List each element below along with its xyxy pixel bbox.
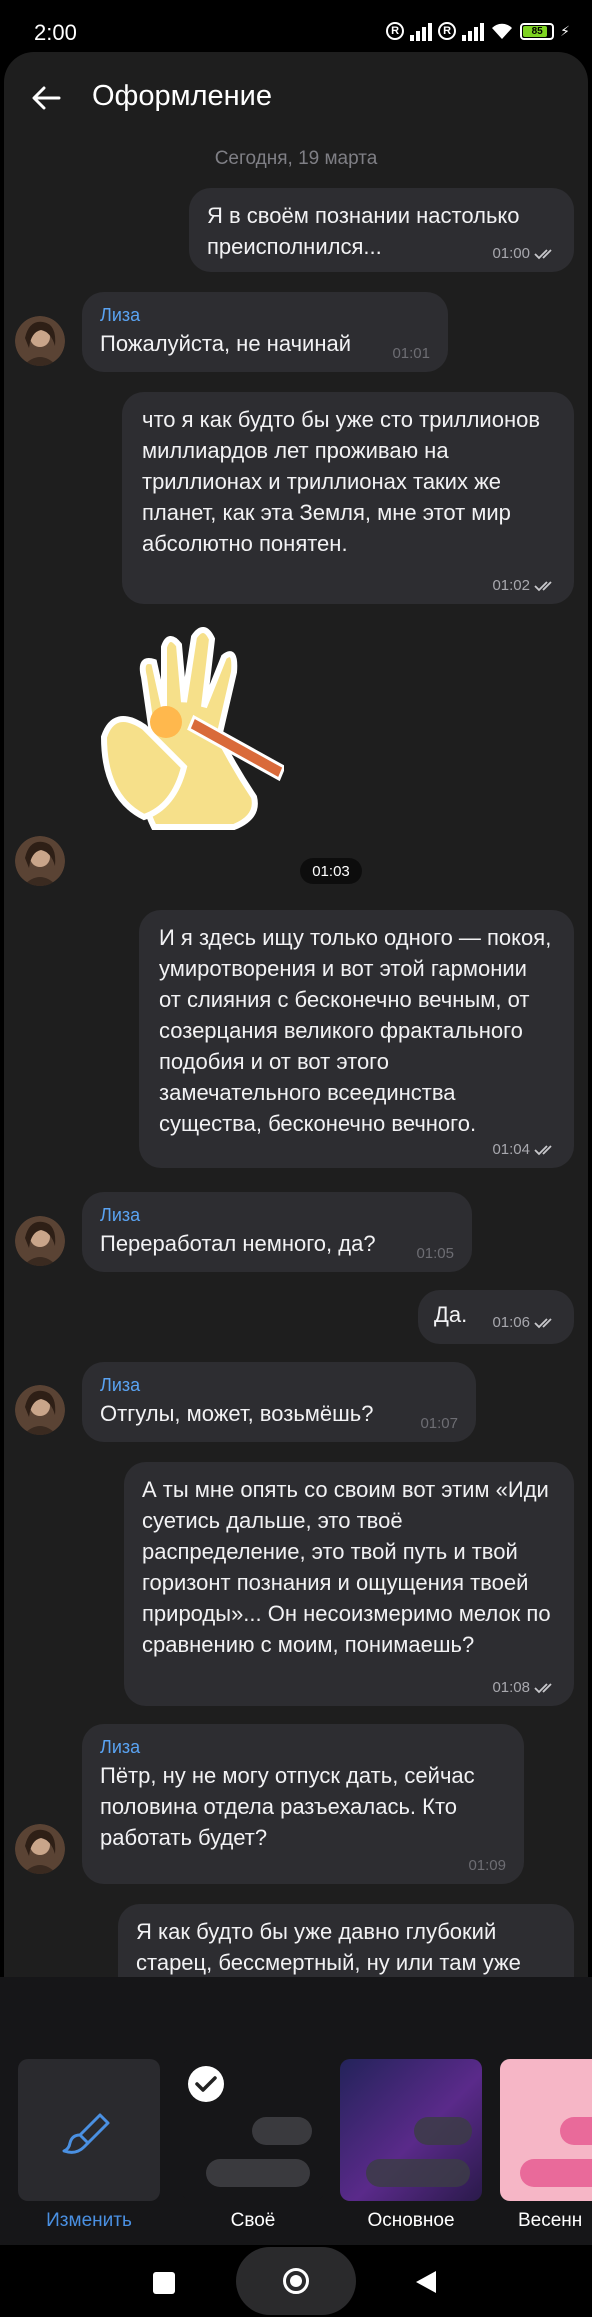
message-bubble[interactable]: Да. 01:06 [418, 1290, 574, 1344]
basic-theme-tile[interactable] [340, 2059, 482, 2201]
back-button[interactable] [24, 76, 68, 120]
back-triangle-icon[interactable] [414, 2269, 438, 2295]
double-check-icon [534, 1318, 552, 1329]
message-time: 01:08 [492, 1679, 530, 1696]
selected-check-icon [188, 2066, 224, 2102]
message-time-block: 01:04 [492, 1142, 556, 1158]
spring-theme-tile[interactable] [500, 2059, 592, 2201]
preview-bubble [206, 2159, 310, 2187]
edit-theme-label[interactable]: Изменить [18, 2210, 160, 2232]
message-time-block: 01:02 [492, 578, 556, 594]
message-time: 01:07 [420, 1415, 458, 1432]
preview-bubble [366, 2159, 470, 2187]
message-time: 01:00 [492, 245, 530, 262]
message-text: Пётр, ну не могу отпуск дать, сейчас пол… [100, 1763, 475, 1850]
system-nav-bar [0, 2245, 592, 2317]
status-time: 2:00 [34, 20, 77, 45]
status-icons: R R 85 ⚡ [386, 18, 570, 44]
message-time: 01:05 [416, 1245, 454, 1262]
date-divider: Сегодня, 19 марта [214, 148, 378, 169]
top-bar: Оформление [4, 52, 588, 140]
sender-name: Лиза [100, 1737, 141, 1757]
sender-name: Лиза [100, 1205, 141, 1225]
message-text: Пожалуйста, не начинай [100, 331, 351, 356]
message-bubble[interactable]: Лиза Пожалуйста, не начинай 01:01 [82, 292, 448, 372]
signal-icon [410, 21, 433, 41]
double-check-icon [534, 1683, 552, 1694]
status-bar: 2:00 R R 85 ⚡ [0, 0, 592, 58]
wifi-icon [492, 23, 513, 39]
recents-button[interactable] [153, 2272, 175, 2294]
spring-theme-label[interactable]: Весенн [518, 2210, 592, 2232]
sticker-time: 01:03 [300, 858, 362, 884]
message-time: 01:04 [492, 1141, 530, 1158]
avatar[interactable] [15, 1824, 65, 1874]
sender-name: Лиза [100, 1375, 141, 1395]
avatar[interactable] [15, 316, 65, 366]
message-text: что я как будто бы уже сто триллионов ми… [142, 407, 541, 556]
charging-icon: ⚡ [560, 22, 570, 39]
message-time-block: 01:00 [492, 246, 556, 262]
message-text: Отгулы, может, возьмёшь? [100, 1401, 374, 1426]
page-title: Оформление [92, 80, 273, 112]
battery-icon: 85 [520, 22, 555, 40]
battery-level: 85 [531, 25, 543, 37]
message-time: 01:01 [392, 345, 430, 362]
preview-bubble [560, 2117, 592, 2145]
message-text: Я в своём познании настолько преисполнил… [207, 203, 520, 259]
message-bubble[interactable]: А ты мне опять со своим вот этим «Иди су… [124, 1462, 574, 1706]
avatar[interactable] [15, 1385, 65, 1435]
avatar[interactable] [15, 1216, 65, 1266]
double-check-icon [534, 1145, 552, 1156]
message-bubble[interactable]: Лиза Пётр, ну не могу отпуск дать, сейча… [82, 1724, 524, 1884]
appearance-screen: Оформление Сегодня, 19 марта Я в своём п… [4, 52, 588, 2262]
signal-icon-2 [462, 21, 485, 41]
double-check-icon [534, 581, 552, 592]
brush-icon [62, 2113, 110, 2154]
message-text: Переработал немного, да? [100, 1231, 376, 1256]
message-bubble[interactable]: Я в своём познании настолько преисполнил… [189, 188, 574, 272]
facepalm-sticker[interactable] [84, 617, 284, 837]
message-time-block: 01:06 [492, 1315, 556, 1331]
double-check-icon [534, 249, 552, 260]
message-bubble[interactable]: И я здесь ищу только одного — покоя, уми… [139, 910, 574, 1168]
message-text: А ты мне опять со своим вот этим «Иди су… [142, 1477, 551, 1657]
preview-bubble [520, 2159, 592, 2187]
edit-theme-tile[interactable] [18, 2059, 160, 2201]
sender-name: Лиза [100, 305, 141, 325]
home-icon [283, 2268, 309, 2294]
avatar[interactable] [15, 836, 65, 886]
message-bubble[interactable]: Лиза Переработал немного, да? 01:05 [82, 1192, 472, 1272]
message-time-block: 01:08 [492, 1680, 556, 1696]
message-text: И я здесь ищу только одного — покоя, уми… [159, 925, 552, 1136]
preview-bubble [252, 2117, 312, 2145]
message-text: Да. [434, 1302, 468, 1327]
message-time: 01:09 [468, 1857, 506, 1874]
custom-theme-label[interactable]: Своё [182, 2210, 324, 2232]
message-time: 01:06 [492, 1314, 530, 1331]
home-button[interactable] [236, 2247, 356, 2315]
preview-bubble [414, 2117, 472, 2145]
arrow-left-icon [32, 86, 61, 110]
roaming-icon-2: R [438, 22, 457, 40]
message-bubble[interactable]: что я как будто бы уже сто триллионов ми… [122, 392, 574, 604]
message-time: 01:02 [492, 577, 530, 594]
message-bubble[interactable]: Лиза Отгулы, может, возьмёшь? 01:07 [82, 1362, 476, 1442]
roaming-icon: R [386, 22, 405, 40]
basic-theme-label[interactable]: Основное [340, 2210, 482, 2232]
